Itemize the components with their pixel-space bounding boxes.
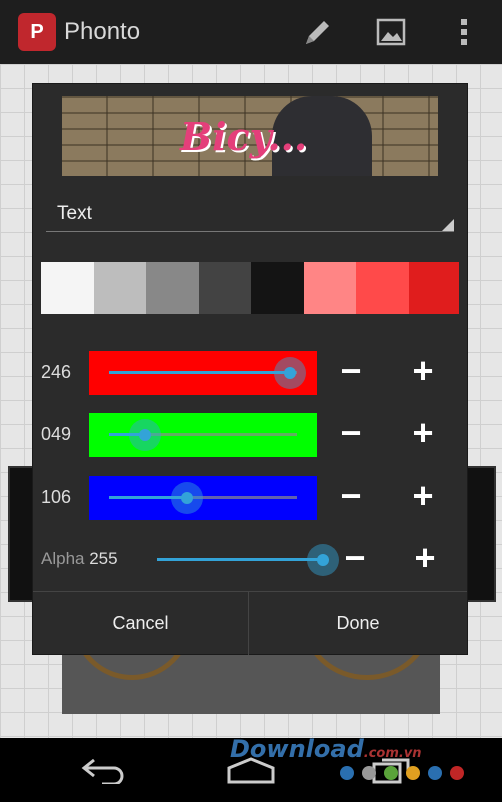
action-bar: P Phonto bbox=[0, 0, 502, 64]
color-swatch[interactable] bbox=[303, 262, 356, 314]
done-button[interactable]: Done bbox=[249, 592, 467, 655]
slider-knob[interactable] bbox=[129, 419, 162, 451]
slider-fill bbox=[109, 371, 291, 374]
red-minus-button[interactable]: − bbox=[331, 353, 371, 391]
red-slider[interactable] bbox=[89, 351, 317, 395]
alpha-slider[interactable] bbox=[137, 538, 343, 582]
color-picker-dialog: Bicy... Text 246 − + 049 − + 106 − + Alp… bbox=[33, 84, 467, 655]
blue-plus-button[interactable]: + bbox=[403, 478, 443, 516]
right-side-panel bbox=[464, 466, 496, 602]
alpha-minus-button[interactable]: − bbox=[335, 540, 375, 578]
slider-knob[interactable] bbox=[171, 482, 204, 514]
green-slider[interactable] bbox=[89, 413, 317, 457]
image-icon[interactable] bbox=[373, 14, 409, 50]
alpha-plus-button[interactable]: + bbox=[405, 540, 445, 578]
alpha-value: 255 bbox=[89, 549, 118, 568]
blue-channel-row: 106 − + bbox=[33, 476, 467, 520]
cancel-button[interactable]: Cancel bbox=[33, 592, 249, 655]
alpha-label-group: Alpha 255 bbox=[41, 549, 118, 569]
color-swatch[interactable] bbox=[356, 262, 409, 314]
dropdown-arrow-icon bbox=[442, 219, 454, 231]
slider-fill bbox=[157, 558, 323, 561]
pencil-icon[interactable] bbox=[300, 14, 336, 50]
watermark-dot bbox=[450, 766, 464, 780]
green-value: 049 bbox=[41, 424, 72, 444]
red-value: 246 bbox=[41, 362, 72, 382]
color-swatch[interactable] bbox=[41, 262, 94, 314]
alpha-row: Alpha 255 − + bbox=[33, 538, 467, 582]
green-minus-button[interactable]: − bbox=[331, 415, 371, 453]
overflow-menu-icon[interactable] bbox=[446, 14, 482, 50]
app-title: Phonto bbox=[64, 18, 141, 45]
blue-value: 106 bbox=[41, 487, 72, 507]
red-plus-button[interactable]: + bbox=[403, 353, 443, 391]
text-preview-image: Bicy... bbox=[62, 96, 438, 176]
watermark-dot bbox=[362, 766, 376, 780]
watermark-logo: Download.com.vn bbox=[230, 735, 422, 763]
slider-knob[interactable] bbox=[274, 357, 307, 389]
red-channel-row: 246 − + bbox=[33, 351, 467, 395]
color-swatch[interactable] bbox=[146, 262, 199, 314]
blue-minus-button[interactable]: − bbox=[331, 478, 371, 516]
dialog-button-bar: Cancel Done bbox=[33, 591, 467, 655]
watermark-dot bbox=[428, 766, 442, 780]
app-logo: P bbox=[18, 13, 56, 51]
mode-dropdown[interactable]: Text bbox=[46, 196, 454, 232]
watermark-dot bbox=[406, 766, 420, 780]
green-channel-row: 049 − + bbox=[33, 413, 467, 457]
watermark-dot bbox=[384, 766, 398, 780]
color-swatch[interactable] bbox=[408, 262, 459, 314]
back-icon[interactable] bbox=[80, 756, 128, 784]
watermark-dot bbox=[340, 766, 354, 780]
alpha-label: Alpha bbox=[41, 549, 85, 568]
color-swatches bbox=[41, 262, 459, 314]
mode-dropdown-value: Text bbox=[57, 203, 92, 224]
color-swatch[interactable] bbox=[198, 262, 251, 314]
preview-text: Bicy... bbox=[180, 114, 308, 159]
color-swatch[interactable] bbox=[251, 262, 304, 314]
color-swatch[interactable] bbox=[93, 262, 146, 314]
blue-slider[interactable] bbox=[89, 476, 317, 520]
green-plus-button[interactable]: + bbox=[403, 415, 443, 453]
